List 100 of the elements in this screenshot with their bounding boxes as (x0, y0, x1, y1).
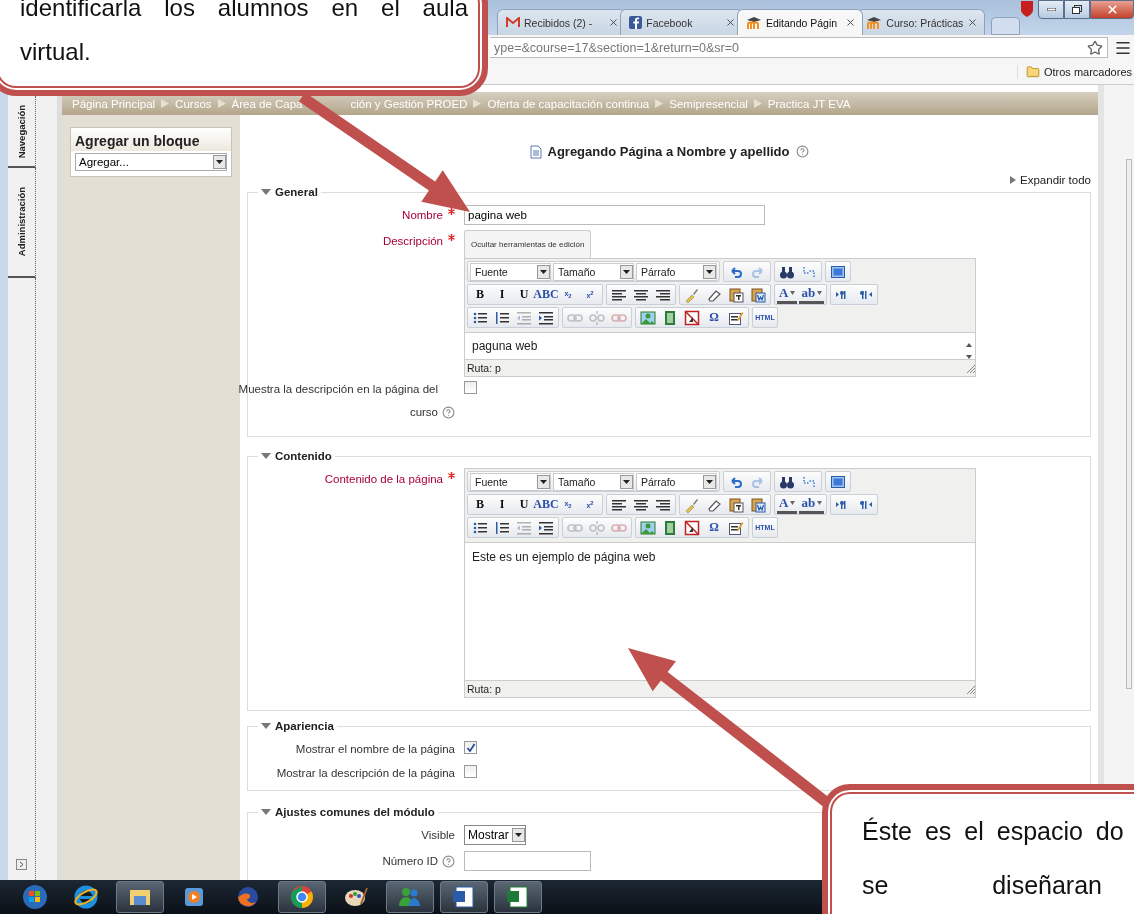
scrollbar[interactable] (1126, 159, 1132, 689)
globe-icon[interactable] (235, 884, 261, 910)
section-title[interactable]: Apariencia (275, 720, 334, 732)
expand-all-link[interactable]: Expandir todo (1020, 174, 1091, 186)
windows-orb-icon[interactable] (22, 884, 48, 910)
collapse-icon[interactable] (261, 452, 271, 460)
brush-icon (684, 286, 700, 303)
paste-word-icon (750, 496, 766, 513)
text-field[interactable] (464, 851, 591, 871)
minimize-icon (1046, 8, 1056, 11)
close-button[interactable] (1090, 0, 1134, 19)
indent-icon (538, 519, 554, 536)
star-icon[interactable] (1087, 39, 1103, 56)
format-button[interactable]: I (492, 285, 512, 304)
section-title[interactable]: Contenido (275, 450, 332, 462)
fullscreen-icon (830, 263, 846, 280)
dropdown[interactable]: Tamaño (553, 472, 634, 491)
spreadsheet-icon[interactable] (505, 884, 531, 910)
color-button[interactable]: ab (799, 495, 825, 514)
close-icon[interactable] (608, 17, 620, 28)
caret-icon (790, 501, 796, 505)
fullscreen-icon (830, 473, 846, 490)
separator-icon (217, 99, 226, 108)
expand-icon[interactable] (16, 859, 27, 870)
color-button[interactable]: A (777, 285, 798, 304)
section-title[interactable]: Ajustes comunes del módulo (275, 806, 435, 818)
help-icon[interactable] (795, 145, 809, 158)
format-button[interactable]: B (470, 495, 490, 514)
field-label: Mostrar el nombre de la página (295, 742, 455, 757)
minimize-button[interactable] (1038, 0, 1064, 19)
close-icon[interactable] (724, 17, 736, 28)
restore-button[interactable] (1064, 0, 1090, 19)
field-label: Contenido de la página (324, 472, 443, 487)
format-button[interactable]: U (514, 285, 534, 304)
format-button[interactable]: Ω (704, 308, 724, 327)
taskbar-button[interactable] (116, 881, 164, 913)
edit-icon (728, 519, 744, 536)
close-icon (1105, 3, 1119, 16)
facebook-icon (629, 16, 643, 29)
field-label: Visible (421, 828, 455, 843)
callout-text: virtual. (20, 37, 92, 67)
document-icon[interactable] (451, 884, 477, 910)
text-field[interactable]: pagina web (464, 205, 765, 225)
help-icon[interactable] (442, 855, 455, 868)
format-button[interactable]: U (514, 495, 534, 514)
collapse-icon[interactable] (261, 188, 271, 196)
collapse-icon[interactable] (261, 808, 271, 816)
text-area[interactable]: Este es un ejemplo de página web (465, 542, 975, 681)
outdent-icon (516, 519, 532, 536)
color-button[interactable]: A (777, 495, 798, 514)
help-icon[interactable] (442, 406, 455, 419)
collapse-icon[interactable] (261, 722, 271, 730)
caret-icon (537, 264, 550, 279)
checkbox[interactable] (464, 765, 477, 778)
paste-word-button[interactable] (748, 285, 768, 304)
close-icon[interactable] (845, 17, 857, 28)
no-image-icon (684, 309, 700, 326)
indent-icon (538, 309, 554, 326)
taskbar-button[interactable] (278, 881, 326, 913)
dropdown[interactable]: Fuente (470, 472, 551, 491)
format-button[interactable]: B (470, 285, 490, 304)
paste-text-button[interactable] (726, 495, 746, 514)
checkbox[interactable] (464, 741, 477, 754)
page-heading: Agregando Página a Nombre y apellido (547, 144, 790, 159)
close-icon[interactable] (967, 17, 979, 28)
caret-icon (213, 155, 226, 169)
unlink-icon (589, 519, 605, 536)
browser-tab[interactable]: Editando Págin (736, 9, 864, 35)
paste-text-button[interactable] (726, 285, 746, 304)
checkbox[interactable] (464, 381, 477, 394)
format-button[interactable]: Ω (704, 518, 724, 537)
bookmark[interactable]: Otros marcadores (1016, 65, 1134, 79)
dropdown[interactable]: Párrafo (636, 472, 717, 491)
shield-icon (1020, 0, 1034, 18)
taskbar-button[interactable] (440, 881, 488, 913)
dropdown[interactable]: Tamaño (553, 262, 634, 281)
dropdown[interactable]: Párrafo (636, 262, 717, 281)
caret-icon (790, 291, 796, 295)
caret-icon (511, 828, 525, 842)
color-button[interactable]: ab (799, 285, 825, 304)
paste-word-button[interactable] (748, 495, 768, 514)
caret-icon (620, 264, 633, 279)
numbered-list-icon (494, 519, 510, 536)
dropdown[interactable]: Agregar... (75, 153, 227, 171)
tab[interactable]: Ocultar herramientas de edición (464, 230, 592, 258)
dropdown[interactable]: Fuente (470, 262, 551, 281)
no-image-button[interactable] (682, 308, 702, 327)
required-icon (448, 472, 455, 479)
browser-e-icon[interactable] (73, 884, 99, 910)
image-icon (640, 519, 656, 536)
address-field[interactable]: ype=&course=17&section=1&return=0&sr=0 (490, 37, 1108, 58)
dock-tab[interactable]: Administración (8, 168, 36, 278)
dropdown[interactable]: Mostrar (464, 825, 526, 845)
section-title[interactable]: General (275, 186, 318, 198)
text-area[interactable]: paguna web (465, 332, 975, 360)
taskbar-button[interactable] (494, 881, 542, 913)
restore-icon (1072, 5, 1082, 14)
format-button[interactable]: I (492, 495, 512, 514)
no-image-button[interactable] (682, 518, 702, 537)
chrome-icon[interactable] (289, 884, 315, 910)
